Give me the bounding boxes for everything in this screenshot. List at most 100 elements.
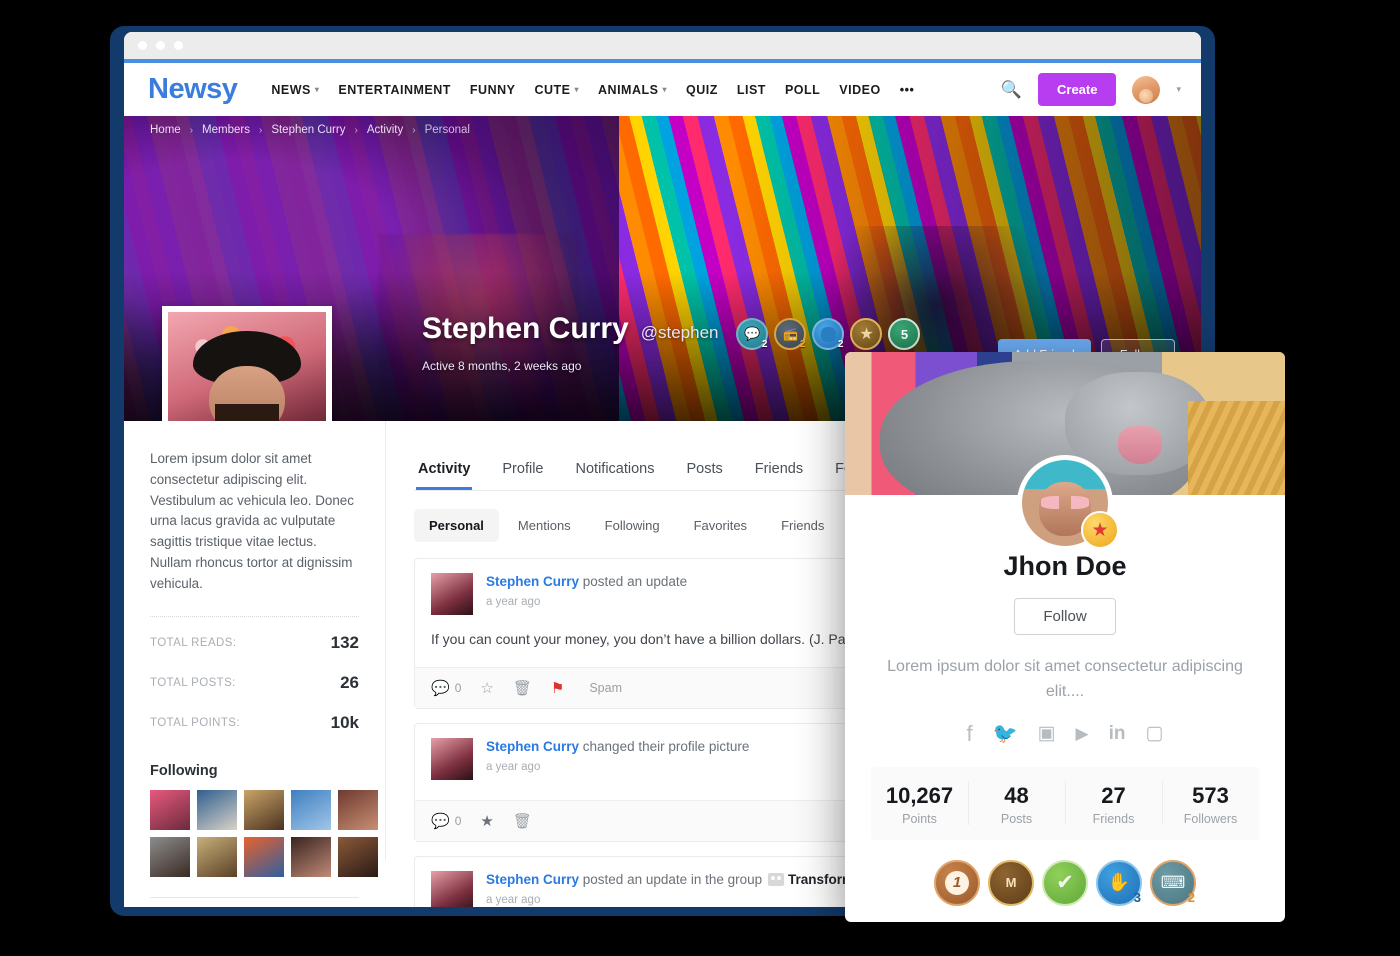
- nav-item-funny[interactable]: FUNNY: [470, 83, 516, 97]
- tab-following[interactable]: Following: [590, 509, 675, 542]
- window-dot-close[interactable]: [138, 41, 147, 50]
- twitter-icon[interactable]: 🐦: [993, 721, 1018, 747]
- avatar-image: [168, 312, 326, 421]
- comment-icon[interactable]: 💬 0: [431, 679, 461, 697]
- instagram-icon[interactable]: ▣: [1038, 721, 1056, 747]
- avatar[interactable]: [431, 738, 473, 781]
- list-item[interactable]: [338, 837, 378, 878]
- tab-posts[interactable]: Posts: [684, 447, 724, 490]
- list-item[interactable]: [244, 837, 284, 878]
- card-follow-button[interactable]: Follow: [1014, 598, 1116, 635]
- nav-item-more[interactable]: •••: [900, 83, 915, 97]
- breadcrumb-separator: ›: [258, 124, 263, 136]
- comment-count: 0: [454, 681, 462, 696]
- breadcrumb-item-stephen-curry[interactable]: Stephen Curry: [271, 124, 345, 136]
- activity-action: posted an update in the group: [579, 872, 766, 888]
- breadcrumb: Home › Members › Stephen Curry › Activit…: [150, 124, 470, 136]
- badge-count: 2: [761, 339, 768, 350]
- medal-badge-icon[interactable]: 5: [888, 318, 921, 350]
- list-item[interactable]: [244, 790, 284, 831]
- activity-action: changed their profile picture: [579, 739, 750, 755]
- twitch-icon[interactable]: ▢: [1146, 721, 1164, 747]
- medal-glyph: 1: [945, 870, 969, 895]
- check-badge-icon[interactable]: ✔: [1042, 859, 1088, 906]
- nav-label: CUTE: [534, 82, 571, 97]
- nav-item-animals[interactable]: ANIMALS ▾: [598, 83, 667, 97]
- breadcrumb-separator: ›: [354, 124, 358, 136]
- linkedin-icon[interactable]: in: [1109, 721, 1126, 747]
- tab-mentions[interactable]: Mentions: [503, 509, 586, 542]
- nav-label: QUIZ: [686, 82, 718, 97]
- chat-badge-icon[interactable]: 💬 2: [736, 318, 769, 350]
- medal-one-badge-icon[interactable]: 1: [934, 859, 980, 906]
- list-item[interactable]: [291, 790, 331, 831]
- trash-icon[interactable]: 🗑: [513, 812, 532, 830]
- comment-icon[interactable]: 💬 0: [431, 812, 461, 830]
- window-dot-minimize[interactable]: [156, 41, 165, 50]
- list-item[interactable]: [150, 790, 190, 831]
- card-social-links: f 🐦 ▣ ▶ in ▢: [871, 721, 1259, 747]
- stat-label: Followers: [1183, 811, 1238, 826]
- nav-item-entertainment[interactable]: ENTERTAINMENT: [338, 83, 451, 97]
- breadcrumb-item-members[interactable]: Members: [202, 124, 250, 136]
- window-dot-maximize[interactable]: [174, 41, 183, 50]
- stat-label: TOTAL POINTS:: [150, 717, 240, 730]
- list-item[interactable]: [150, 837, 190, 878]
- list-item[interactable]: [291, 837, 331, 878]
- activity-timestamp: a year ago: [486, 595, 541, 608]
- activity-author[interactable]: Stephen Curry: [486, 739, 579, 754]
- activity-author[interactable]: Stephen Curry: [486, 574, 579, 589]
- card-stat-posts: 48 Posts: [968, 767, 1065, 840]
- nav-item-poll[interactable]: POLL: [785, 83, 820, 97]
- blue-blob-badge-icon[interactable]: 2: [812, 318, 845, 350]
- sheriff-glyph: M: [1005, 875, 1017, 891]
- nav-label: FUNNY: [469, 82, 516, 97]
- facebook-icon[interactable]: f: [967, 721, 973, 747]
- nav-item-cute[interactable]: CUTE ▾: [534, 83, 579, 97]
- list-item[interactable]: [197, 790, 237, 831]
- avatar[interactable]: [1132, 75, 1161, 104]
- tab-favorites[interactable]: Favorites: [679, 509, 762, 542]
- keyboard-badge-icon[interactable]: ⌨ 2: [1150, 859, 1196, 906]
- stat-total-posts: TOTAL POSTS: 26: [150, 663, 359, 703]
- profile-avatar[interactable]: ☗: [162, 306, 332, 421]
- speech-glyph: 💬: [744, 326, 761, 341]
- nav-item-news[interactable]: NEWS ▾: [271, 83, 319, 97]
- list-item[interactable]: [197, 837, 237, 878]
- avatar-beard: [215, 403, 279, 421]
- radio-badge-icon[interactable]: 📻 2: [774, 318, 807, 350]
- nav-item-quiz[interactable]: QUIZ: [686, 83, 718, 97]
- tab-profile[interactable]: Profile: [500, 447, 545, 490]
- star-filled-icon[interactable]: ★: [480, 812, 493, 830]
- tab-friends[interactable]: Friends: [766, 509, 839, 542]
- sheriff-m-badge-icon[interactable]: M: [988, 859, 1034, 906]
- spam-link[interactable]: Spam: [589, 681, 622, 695]
- site-logo[interactable]: Newsy: [148, 73, 238, 106]
- sheriff-star-badge-icon[interactable]: ★: [850, 318, 883, 350]
- tab-personal[interactable]: Personal: [414, 509, 499, 542]
- tab-activity[interactable]: Activity: [416, 447, 472, 490]
- breadcrumb-item-home[interactable]: Home: [150, 124, 181, 136]
- star-outline-icon[interactable]: ☆: [480, 679, 493, 697]
- card-avatar[interactable]: ★: [1017, 455, 1119, 551]
- list-item[interactable]: [338, 790, 378, 831]
- site-navbar: Newsy NEWS ▾ ENTERTAINMENT FUNNY CUTE ▾: [124, 63, 1201, 116]
- chevron-down-icon[interactable]: ▾: [1176, 84, 1181, 95]
- avatar[interactable]: [431, 573, 473, 615]
- youtube-icon[interactable]: ▶: [1076, 721, 1089, 747]
- profile-badge-list: 💬 2 📻 2 2 ★ 5: [736, 318, 921, 350]
- nav-item-list[interactable]: LIST: [737, 83, 766, 97]
- create-button[interactable]: Create: [1038, 73, 1117, 106]
- tab-friends[interactable]: Friends: [753, 447, 805, 490]
- tab-notifications[interactable]: Notifications: [574, 447, 657, 490]
- activity-author[interactable]: Stephen Curry: [486, 872, 579, 887]
- breadcrumb-item-activity[interactable]: Activity: [367, 124, 403, 136]
- avatar[interactable]: [431, 871, 473, 907]
- hand-badge-icon[interactable]: ✋ 3: [1096, 859, 1142, 906]
- activity-meta: Stephen Curry changed their profile pict…: [486, 738, 749, 780]
- nav-item-video[interactable]: VIDEO: [839, 83, 880, 97]
- search-icon[interactable]: 🔍: [1001, 80, 1022, 100]
- trash-icon[interactable]: 🗑: [513, 679, 532, 697]
- flag-icon[interactable]: ⚑: [551, 679, 564, 697]
- nav-label: ENTERTAINMENT: [338, 82, 451, 97]
